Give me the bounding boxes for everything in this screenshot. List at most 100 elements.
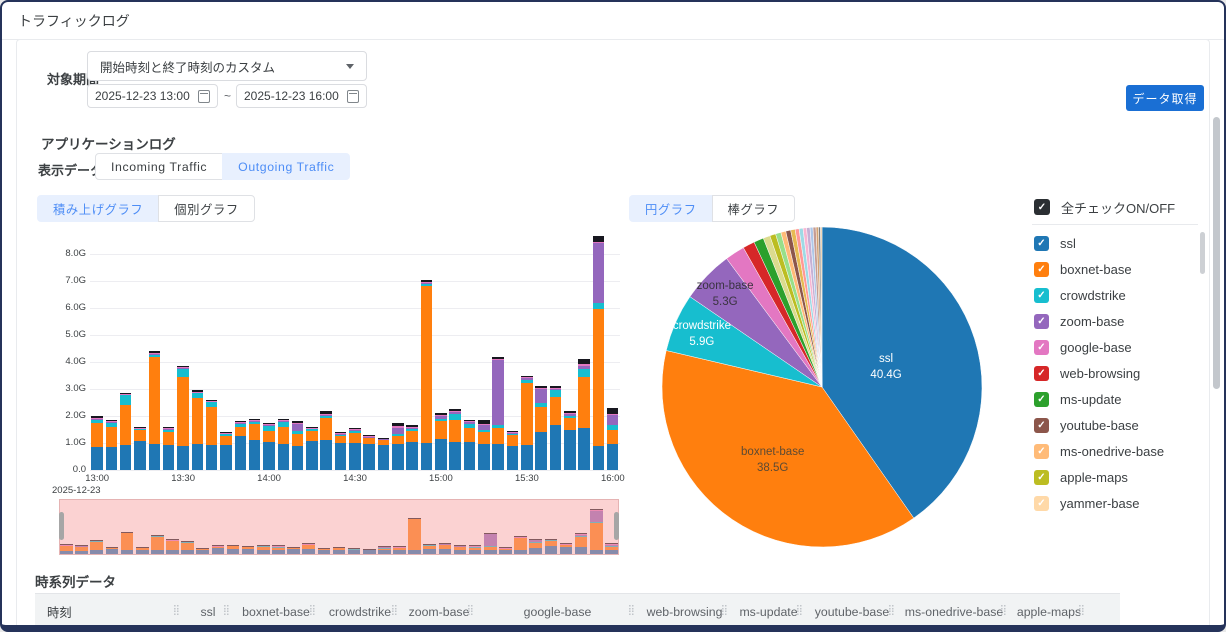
legend-toggle-all[interactable]: ✓ 全チェックON/OFF	[1034, 194, 1175, 220]
bar-segment-ssl	[278, 444, 290, 470]
bar-segment-zoom-base	[278, 421, 290, 422]
bar-segment-zoom-base	[192, 392, 204, 393]
drag-handle-icon[interactable]: ⣿	[391, 605, 398, 616]
pie-tab-tab-1[interactable]: 棒グラフ	[712, 195, 796, 222]
bar-segment-crowdstrike	[335, 434, 347, 436]
column-header-time[interactable]: 時刻⣿	[35, 594, 183, 629]
bar-segment-crowdstrike	[263, 426, 275, 431]
column-header-google-base[interactable]: google-base⣿	[477, 594, 638, 629]
timeseries-heading: 時系列データ	[35, 571, 116, 591]
bar-segment-ssl	[335, 443, 347, 470]
legend-item-yammer-base[interactable]: ✓yammer-base	[1034, 490, 1198, 516]
checkbox-checked-icon[interactable]: ✓	[1034, 392, 1049, 407]
gridline	[90, 254, 620, 255]
traffic-direction-tabs: Incoming TrafficOutgoing Traffic	[95, 153, 350, 180]
bar-segment-crowdstrike	[349, 431, 361, 433]
legend-scrollbar[interactable]	[1200, 232, 1205, 274]
column-header-apple-maps[interactable]: apple-maps⣿	[1010, 594, 1088, 629]
checkbox-checked-icon[interactable]: ✓	[1034, 262, 1049, 277]
bar-segment-other	[478, 420, 490, 424]
drag-handle-icon[interactable]: ⣿	[628, 605, 635, 616]
pie-tab-tab-0[interactable]: 円グラフ	[629, 195, 713, 222]
graph-tab-tab-0[interactable]: 積み上げグラフ	[37, 195, 159, 222]
start-date-value: 2025-12-23 13:00	[95, 89, 190, 103]
main-scrollbar[interactable]	[1213, 117, 1220, 389]
checkbox-checked-icon[interactable]: ✓	[1034, 288, 1049, 303]
x-tick-label: 14:00	[257, 473, 281, 484]
brush-handle-left[interactable]	[59, 512, 64, 540]
bar-segment-other	[550, 386, 562, 388]
legend-item-boxnet-base[interactable]: ✓boxnet-base	[1034, 256, 1198, 282]
checkbox-checked-icon[interactable]: ✓	[1034, 236, 1049, 251]
bar-segment-crowdstrike	[435, 419, 447, 422]
checkbox-checked-icon[interactable]: ✓	[1034, 366, 1049, 381]
checkbox-checked-icon[interactable]: ✓	[1034, 314, 1049, 329]
checkbox-checked-icon[interactable]: ✓	[1034, 470, 1049, 485]
brush-selection-overlay[interactable]	[59, 499, 619, 555]
legend-item-youtube-base[interactable]: ✓youtube-base	[1034, 412, 1198, 438]
date-range-separator: ~	[224, 89, 231, 103]
bar-segment-zoom-base	[106, 422, 118, 423]
bar-segment-ssl	[550, 425, 562, 470]
start-date-input[interactable]: 2025-12-23 13:00	[87, 84, 218, 108]
drag-handle-icon[interactable]: ⣿	[1078, 605, 1085, 616]
column-header-crowdstrike[interactable]: crowdstrike⣿	[319, 594, 401, 629]
drag-handle-icon[interactable]: ⣿	[173, 605, 180, 616]
tab-incoming-traffic[interactable]: Incoming Traffic	[95, 153, 223, 180]
legend-item-ms-update[interactable]: ✓ ms-update	[1034, 386, 1198, 412]
bar-segment-ssl	[507, 446, 519, 470]
bar-segment-boxnet-base	[163, 432, 175, 446]
gridline	[90, 308, 620, 309]
checkbox-checked-icon[interactable]: ✓	[1034, 444, 1049, 459]
checkbox-checked-icon[interactable]: ✓	[1034, 496, 1049, 511]
checkbox-checked-icon[interactable]: ✓	[1034, 199, 1050, 215]
bar-segment-boxnet-base	[235, 427, 247, 436]
column-header-ms-onedrive-base[interactable]: ms-onedrive-base⣿	[898, 594, 1010, 629]
bar-segment-zoom-base	[292, 423, 304, 431]
bar-segment-ssl	[435, 439, 447, 470]
calendar-icon[interactable]	[347, 90, 359, 103]
column-header-youtube-base[interactable]: youtube-base⣿	[806, 594, 898, 629]
bar-segment-ssl	[349, 443, 361, 470]
column-header-boxnet-base[interactable]: boxnet-base⣿	[233, 594, 319, 629]
legend-item-ms-onedrive-base[interactable]: ✓ms-onedrive-base	[1034, 438, 1198, 464]
bar-segment-google-base	[607, 414, 619, 415]
checkbox-checked-icon[interactable]: ✓	[1034, 418, 1049, 433]
tab-outgoing-traffic[interactable]: Outgoing Traffic	[222, 153, 350, 180]
legend-item-web-browsing[interactable]: ✓web-browsing	[1034, 360, 1198, 386]
brush-handle-right[interactable]	[614, 512, 619, 540]
end-date-input[interactable]: 2025-12-23 16:00	[236, 84, 367, 108]
drag-handle-icon[interactable]: ⣿	[721, 605, 728, 616]
column-header-ssl[interactable]: ssl⣿	[183, 594, 233, 629]
graph-tab-tab-1[interactable]: 個別グラフ	[158, 195, 255, 222]
legend-item-google-base[interactable]: ✓google-base	[1034, 334, 1198, 360]
column-header-web-browsing[interactable]: web-browsing⣿	[638, 594, 731, 629]
checkbox-checked-icon[interactable]: ✓	[1034, 340, 1049, 355]
legend-toggle-all-label: 全チェックON/OFF	[1061, 198, 1175, 217]
bar-segment-crowdstrike	[149, 354, 161, 356]
column-header-label: crowdstrike	[329, 605, 391, 619]
bar-segment-boxnet-base	[120, 405, 132, 446]
legend-item-apple-maps[interactable]: ✓apple-maps	[1034, 464, 1198, 490]
drag-handle-icon[interactable]: ⣿	[467, 605, 474, 616]
y-tick-label: 5.0G	[65, 329, 86, 340]
bar-segment-crowdstrike	[564, 416, 576, 418]
calendar-icon[interactable]	[198, 90, 210, 103]
bar-segment-crowdstrike	[535, 403, 547, 406]
drag-handle-icon[interactable]: ⣿	[888, 605, 895, 616]
legend-item-ssl[interactable]: ✓ssl	[1034, 230, 1198, 256]
drag-handle-icon[interactable]: ⣿	[309, 605, 316, 616]
bar-segment-google-base	[306, 428, 318, 429]
legend-item-label: ms-update	[1060, 392, 1121, 407]
period-preset-select[interactable]: 開始時刻と終了時刻のカスタム	[87, 51, 367, 81]
column-header-yammer-base[interactable]: yammer-base⣿	[1088, 594, 1120, 629]
column-header-ms-update[interactable]: ms-update⣿	[731, 594, 806, 629]
drag-handle-icon[interactable]: ⣿	[223, 605, 230, 616]
legend-item-zoom-base[interactable]: ✓zoom-base	[1034, 308, 1198, 334]
legend-item-crowdstrike[interactable]: ✓crowdstrike	[1034, 282, 1198, 308]
fetch-data-button[interactable]: データ取得	[1126, 85, 1204, 111]
drag-handle-icon[interactable]: ⣿	[796, 605, 803, 616]
drag-handle-icon[interactable]: ⣿	[1000, 605, 1007, 616]
column-header-zoom-base[interactable]: zoom-base⣿	[401, 594, 477, 629]
bar-segment-crowdstrike	[235, 423, 247, 427]
